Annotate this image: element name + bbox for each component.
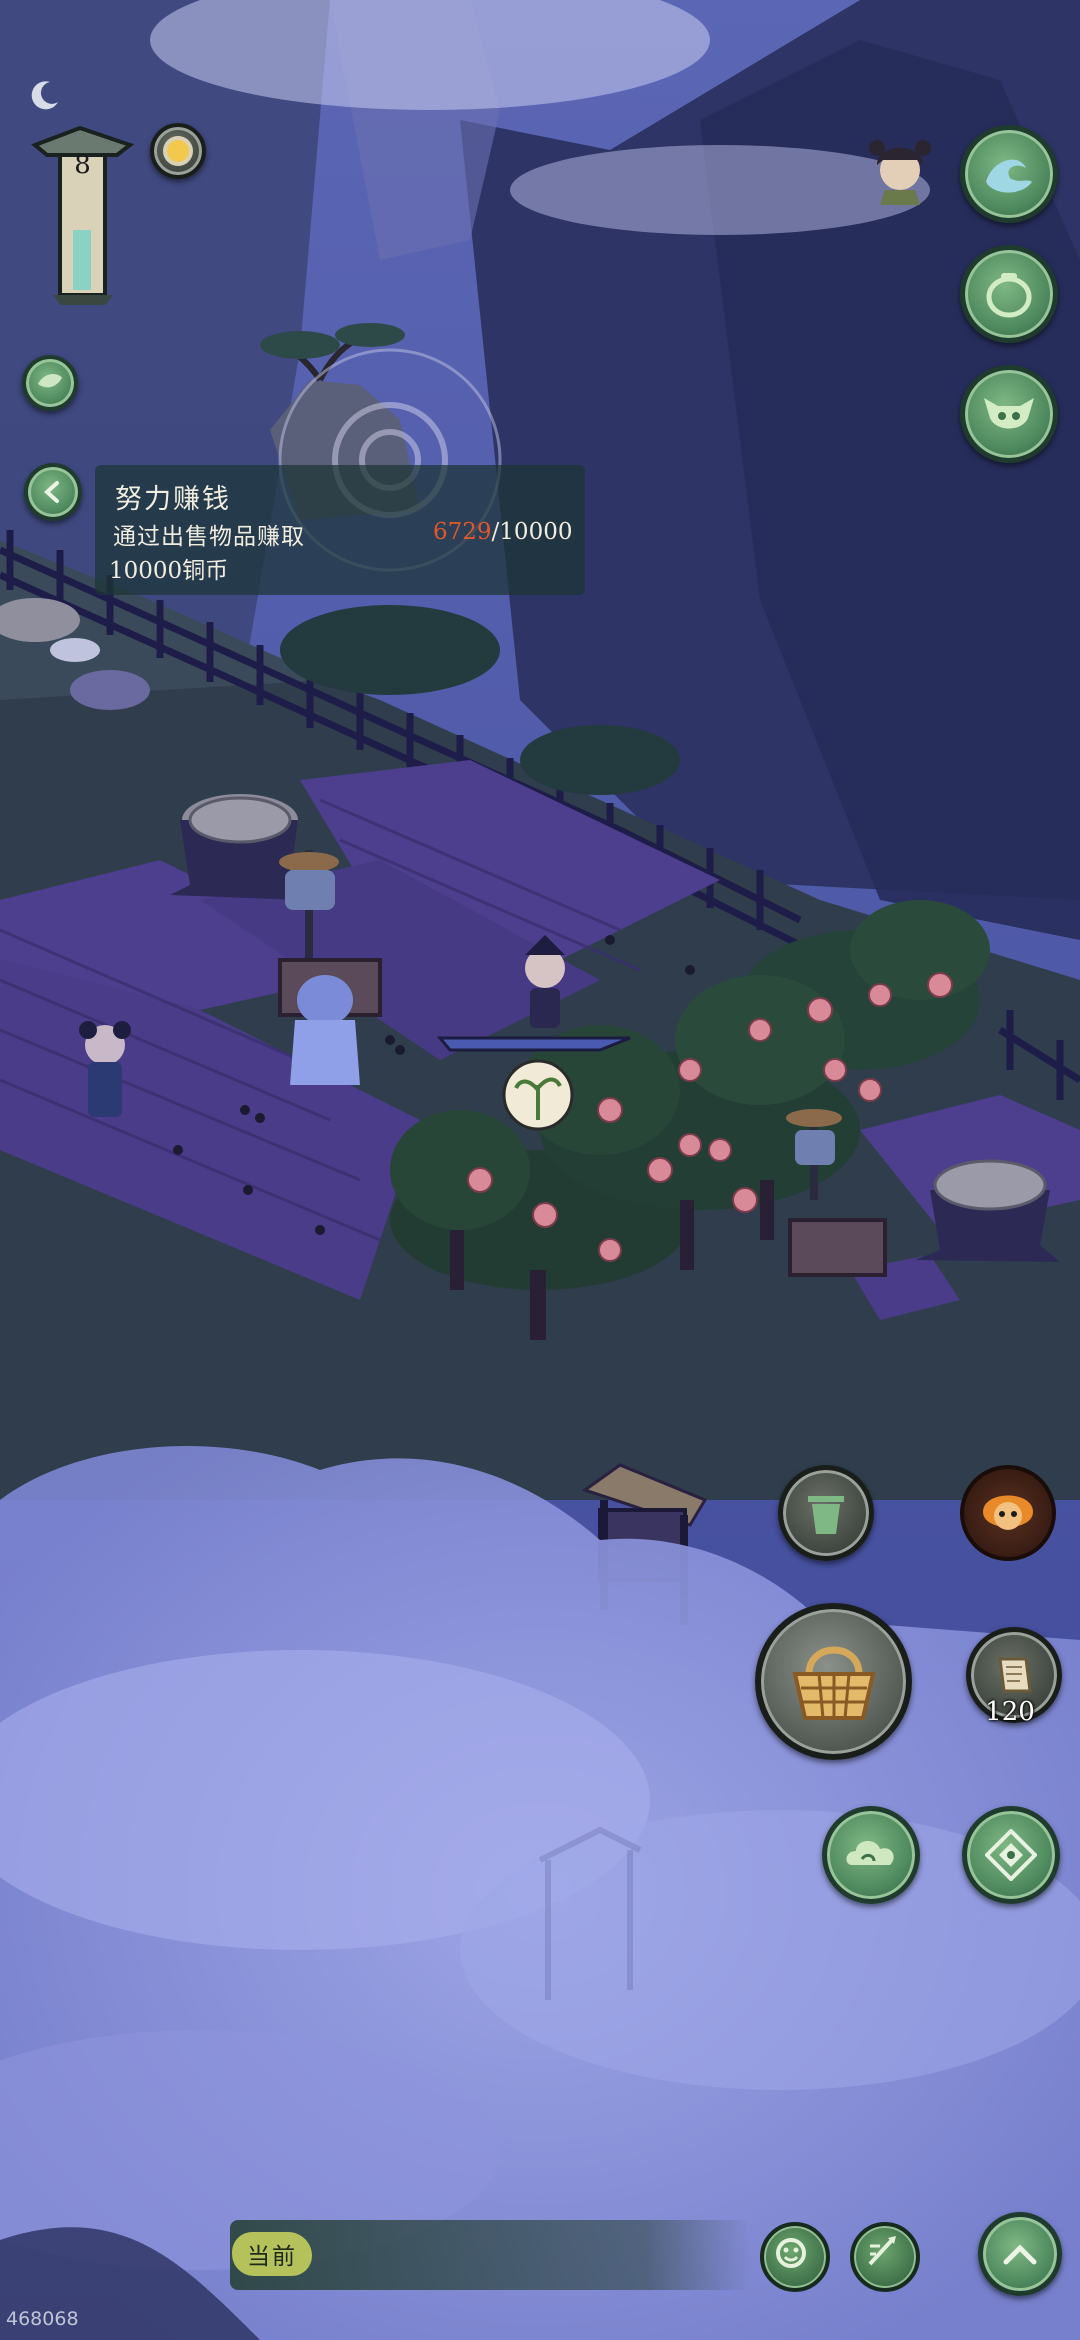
leaf-button[interactable] [22,355,78,411]
leaf-icon [38,374,62,388]
moon-icon [28,78,62,112]
quest-progress: 6729/10000 [433,519,572,545]
expand-button[interactable] [978,2212,1062,2296]
wave-icon [986,159,1032,193]
cloud-icon [846,1840,894,1865]
fire-monkey-icon [983,1495,1033,1530]
level-number: 8 [74,150,91,180]
demon-mask-icon [984,398,1034,429]
back-arrow-icon [44,481,59,503]
progress-current: 6729 [433,519,492,545]
back-button[interactable] [24,463,82,521]
crate-right [788,1218,887,1277]
chevron-up-icon [1003,2244,1037,2265]
jar-icon [986,273,1032,318]
current-channel-badge[interactable]: 当前 [232,2232,312,2276]
watermark-id: 468068 [6,2308,79,2330]
fire-monkey-button[interactable] [960,1465,1056,1561]
cloud-button[interactable] [822,1806,920,1904]
quest-panel[interactable]: 努力赚钱 通过出售物品赚取 10000铜币 6729/10000 [95,465,585,595]
emote-face-icon [776,2238,806,2268]
character-portrait-button[interactable] [865,130,935,205]
quest-target: 10000铜币 [109,558,229,584]
level-totem[interactable]: 8 [25,120,140,305]
quest-description: 通过出售物品赚取 [113,524,305,550]
basket-button[interactable] [755,1603,912,1760]
character-blue-spirit [290,975,360,1085]
basket-icon [791,1646,876,1720]
compass-button[interactable] [962,1806,1060,1904]
scroll-icon [998,1657,1032,1693]
sun-orb-button[interactable] [150,123,206,179]
trash-can-icon [808,1496,844,1534]
sun-orb-icon [167,140,189,162]
emote-button[interactable] [760,2222,830,2292]
chat-quill-icon [868,2236,896,2266]
wave-button[interactable] [960,125,1058,223]
game-world [0,0,1080,2340]
seedling-bubble [502,1059,574,1131]
character-portrait-icon [869,140,931,205]
jar-button[interactable] [960,245,1058,343]
mask-button[interactable] [960,365,1058,463]
progress-total: 10000 [499,519,573,545]
chat-quill-button[interactable] [850,2222,920,2292]
trash-button[interactable] [778,1465,874,1561]
compass-icon [985,1829,1037,1881]
scroll-count: 120 [985,1697,1035,1727]
quest-title: 努力赚钱 [115,484,231,515]
